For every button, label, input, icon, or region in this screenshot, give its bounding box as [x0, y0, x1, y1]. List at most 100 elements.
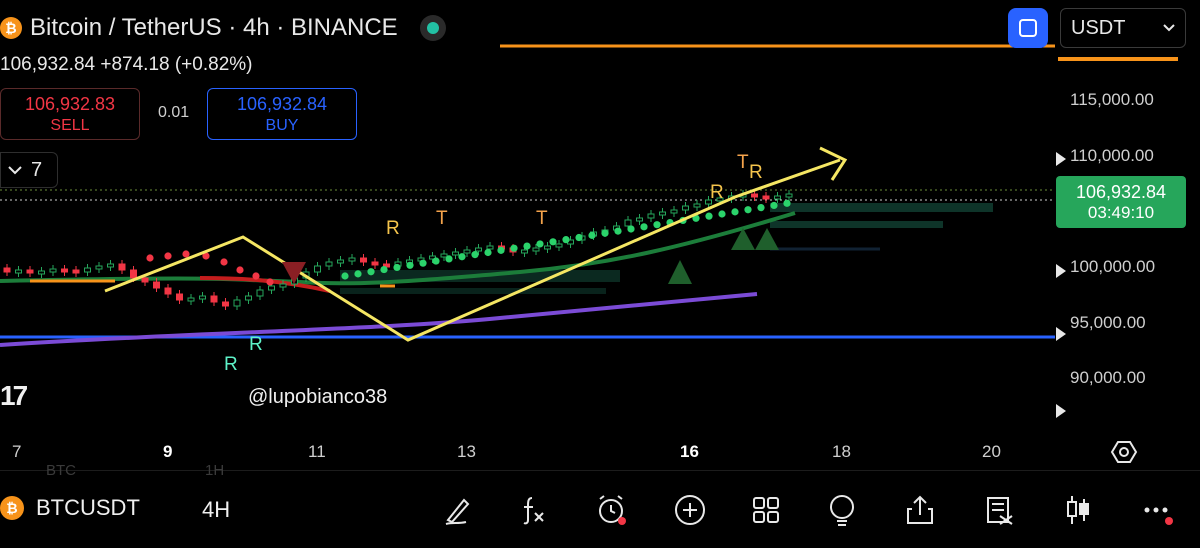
- symbol-selector[interactable]: ₿ BTCUSDT: [0, 495, 140, 521]
- scroll-arrow-icon[interactable]: [1056, 152, 1066, 166]
- scroll-arrow-icon[interactable]: [1056, 327, 1066, 341]
- bitcoin-icon: ₿: [0, 17, 22, 39]
- sell-price: 106,932.83: [24, 93, 116, 114]
- trend-dot: [653, 221, 661, 229]
- scroll-arrow-icon[interactable]: [1056, 404, 1066, 418]
- more-icon: [1144, 507, 1173, 525]
- fullscreen-toggle-button[interactable]: [1008, 8, 1048, 48]
- trend-dot: [510, 244, 518, 252]
- alerts-button[interactable]: [592, 490, 632, 530]
- buy-label: BUY: [265, 116, 299, 134]
- trend-dot: [220, 258, 228, 266]
- candle-body: [762, 195, 770, 200]
- trend-dot: [640, 223, 648, 231]
- trend-dot: [419, 259, 427, 267]
- chart-settings-button[interactable]: [1110, 438, 1138, 466]
- candle-body: [785, 193, 793, 198]
- volume-zone: [770, 203, 993, 212]
- symbol-header[interactable]: ₿ Bitcoin / TetherUS · 4h · BINANCE: [0, 10, 446, 46]
- candle-body: [256, 289, 264, 297]
- trend-dot: [445, 255, 453, 263]
- time-axis-label: 11: [308, 442, 326, 461]
- faint-symbol: BTC: [46, 462, 76, 479]
- add-button[interactable]: [670, 490, 710, 530]
- candle-body: [49, 268, 57, 273]
- faint-interval: 1H: [205, 462, 225, 479]
- volume-zone: [340, 288, 606, 294]
- currency-select[interactable]: USDT: [1060, 8, 1186, 48]
- candle-body: [141, 277, 149, 283]
- layout-grid-icon: [753, 497, 779, 523]
- alarm-clock-icon: [599, 495, 626, 525]
- marker-label: T: [737, 152, 749, 173]
- current-price-value: 106,932.84: [1075, 181, 1167, 202]
- layout-button[interactable]: [746, 490, 786, 530]
- candle-countdown: 03:49:10: [1087, 202, 1155, 222]
- trend-dot: [406, 261, 414, 269]
- plus-icon: [675, 495, 705, 525]
- candle-body: [521, 249, 528, 254]
- candle-body: [164, 287, 172, 295]
- trend-dot: [458, 253, 466, 261]
- candle-body: [245, 295, 252, 301]
- price-change-quote: 106,932.84 +874.18 (+0.82%): [0, 54, 253, 75]
- brush-icon: [445, 498, 470, 525]
- trend-dot: [705, 212, 713, 220]
- candle-body: [187, 297, 195, 302]
- candle-body: [348, 257, 356, 262]
- chevron-down-icon: [1163, 24, 1175, 32]
- share-button[interactable]: [900, 490, 940, 530]
- indicators-toggle[interactable]: 7: [0, 152, 58, 188]
- candle-body: [210, 295, 218, 303]
- square-icon: [1019, 19, 1037, 37]
- chart-type-button[interactable]: [1058, 490, 1098, 530]
- candle-body: [682, 205, 689, 211]
- more-button[interactable]: [1138, 490, 1178, 530]
- marker-label: T: [436, 208, 448, 229]
- trend-dot: [164, 252, 172, 260]
- trend-dot: [588, 231, 596, 239]
- trend-dot: [393, 263, 401, 272]
- price-axis-label: 95,000.00: [1070, 313, 1146, 332]
- price-axis-label: 90,000.00: [1070, 368, 1146, 387]
- time-axis-label: 9: [163, 442, 173, 461]
- currency-value: USDT: [1071, 16, 1126, 39]
- ideas-button[interactable]: [822, 490, 862, 530]
- candle-body: [486, 245, 494, 250]
- trend-dot: [432, 257, 440, 265]
- trend-dot: [341, 272, 349, 280]
- trend-dot: [484, 248, 492, 257]
- trend-dot: [354, 270, 362, 278]
- candle-body: [72, 269, 80, 274]
- candle-body: [130, 269, 137, 279]
- scroll-arrow-icon[interactable]: [1056, 264, 1066, 278]
- candle-body: [371, 261, 379, 266]
- buy-button[interactable]: 106,932.84 BUY: [207, 88, 357, 140]
- candle-body: [440, 253, 448, 258]
- trend-dot: [744, 206, 752, 214]
- candle-body: [233, 299, 241, 307]
- sell-button[interactable]: 106,932.83 SELL: [0, 88, 140, 140]
- drawing-tool-button[interactable]: [438, 490, 478, 530]
- lightbulb-icon: [830, 495, 854, 526]
- candle-body: [3, 267, 11, 273]
- candle-body: [337, 259, 344, 264]
- candle-body: [222, 301, 229, 307]
- market-status-icon[interactable]: [419, 15, 446, 41]
- candle-body: [176, 293, 183, 301]
- candle-body: [268, 285, 275, 291]
- indicator-count: 7: [31, 158, 43, 181]
- time-axis-label: 13: [457, 442, 476, 461]
- notes-button[interactable]: [980, 490, 1020, 530]
- candle-body: [118, 263, 126, 271]
- notes-icon: [987, 497, 1013, 525]
- fx-icon: [523, 497, 544, 525]
- candle-body: [751, 193, 758, 198]
- indicators-button[interactable]: [512, 490, 552, 530]
- candle-body: [314, 265, 321, 273]
- price-axis-label: 115,000.00: [1070, 90, 1154, 109]
- trend-dot: [757, 203, 765, 212]
- trend-dot: [266, 278, 274, 286]
- time-axis-label: 20: [982, 442, 1001, 461]
- interval-selector[interactable]: 4H: [202, 497, 230, 523]
